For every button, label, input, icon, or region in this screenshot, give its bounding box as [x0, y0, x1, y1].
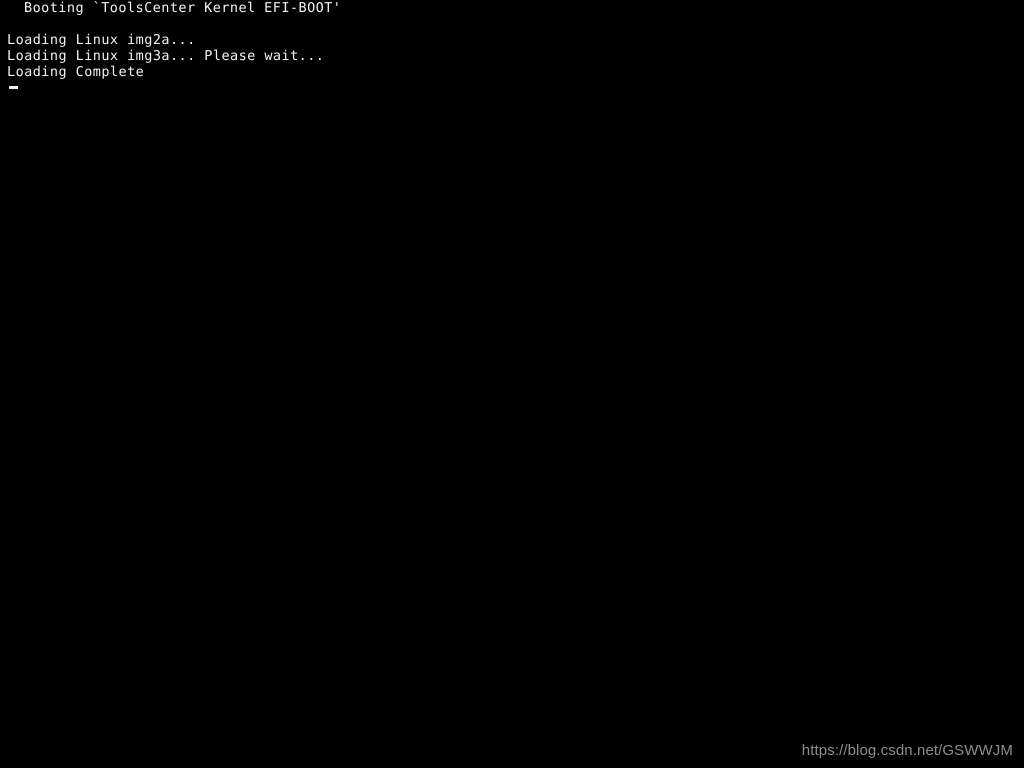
text-cursor — [9, 86, 18, 89]
console-output: Booting `ToolsCenter Kernel EFI-BOOT' Lo… — [0, 0, 1024, 96]
cursor-row — [0, 80, 1024, 96]
loading-line-1: Loading Linux img2a... — [7, 32, 196, 48]
efi-boot-console-screen: Booting `ToolsCenter Kernel EFI-BOOT' Lo… — [0, 0, 1024, 768]
boot-title-line: Booting `ToolsCenter Kernel EFI-BOOT' — [24, 0, 342, 16]
loading-line-2: Loading Linux img3a... Please wait... — [7, 48, 325, 64]
loading-line-3: Loading Complete — [7, 64, 145, 80]
blank-spacer-line — [0, 16, 1024, 32]
watermark-url: https://blog.csdn.net/GSWWJM — [801, 742, 1013, 759]
